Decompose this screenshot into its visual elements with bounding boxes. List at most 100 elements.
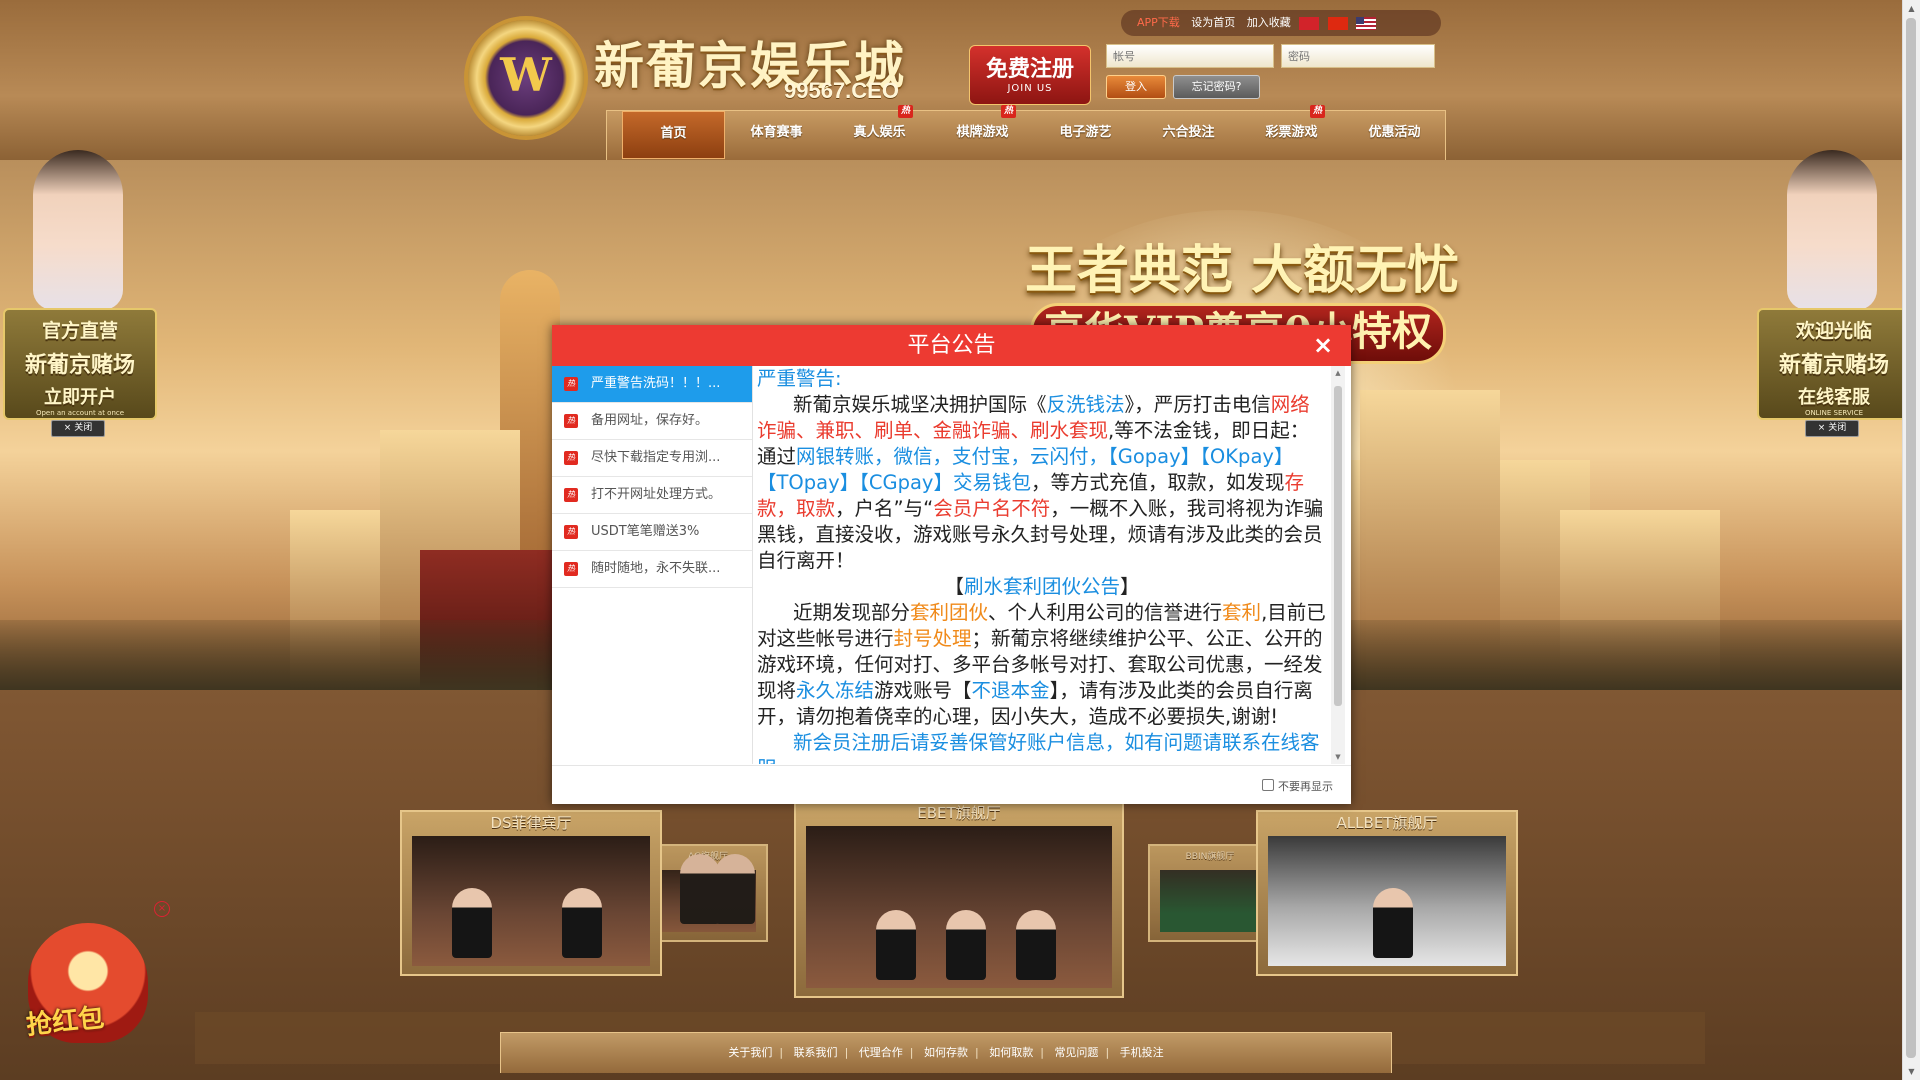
add-favorite-link[interactable]: 加入收藏 (1247, 16, 1291, 29)
hall-card-bbin[interactable]: BBIN旗舰厅 (1148, 844, 1272, 942)
footer-link-mobile[interactable]: 手机投注 (1120, 1046, 1164, 1059)
separator: | (909, 1046, 914, 1059)
nav-live-casino[interactable]: 真人娱乐 热 (828, 105, 931, 159)
left-float-plate[interactable]: 官方直营 新葡京赌场 立即开户 Open an account at once (3, 308, 157, 420)
footer-link-about[interactable]: 关于我们 (728, 1046, 772, 1059)
notice-item[interactable]: 热随时随地，永不失联... (552, 551, 752, 588)
text-run: 近期发现部分 (793, 601, 911, 624)
text-run: 套利团伙 (910, 601, 989, 624)
forgot-password-button[interactable]: 忘记密码? (1173, 75, 1260, 99)
username-input[interactable] (1106, 44, 1274, 68)
main-nav: 首页 体育赛事 真人娱乐 热 棋牌游戏 热 电子游艺 六合投注 彩票游戏 热 优惠活动 (606, 105, 1446, 160)
china-flag-icon[interactable] (1327, 16, 1348, 30)
scroll-down-arrow-icon[interactable]: ▼ (1331, 750, 1345, 764)
banner-slogan-1: 王者典范 大额无忧 (1025, 240, 1460, 301)
text-run: 不退本金 (971, 679, 1050, 702)
password-input[interactable] (1281, 44, 1435, 68)
hall-card-ebet[interactable]: EBET旗舰厅 (794, 800, 1124, 998)
right-float-ad[interactable]: 欢迎光临 新葡京赌场 在线客服 ONLINE SERVICE × 关闭 (1757, 150, 1911, 440)
notice-title: 随时随地，永不失联... (591, 561, 721, 576)
hall-photo (412, 836, 650, 966)
scroll-up-arrow-icon[interactable]: ▲ (1903, 0, 1920, 17)
left-float-close-button[interactable]: × 关闭 (51, 420, 105, 437)
page-scroll-thumb[interactable] (1906, 18, 1916, 1058)
nav-mark-six[interactable]: 六合投注 (1137, 111, 1240, 159)
right-float-line2: 新葡京赌场 (1778, 352, 1889, 378)
footer-link-faq[interactable]: 常见问题 (1054, 1046, 1098, 1059)
notice-subheading: 【刷水套利团伙公告】 (757, 574, 1327, 600)
footer-link-withdraw[interactable]: 如何取款 (989, 1046, 1033, 1059)
nav-promotions[interactable]: 优惠活动 (1343, 111, 1446, 159)
nav-card-games-label: 棋牌游戏 (956, 125, 1009, 140)
login-button[interactable]: 登入 (1106, 75, 1166, 99)
notice-title: 严重警告洗码！！！... (591, 376, 721, 391)
nav-home[interactable]: 首页 (622, 111, 725, 159)
notice-title: 尽快下载指定专用浏... (591, 450, 721, 465)
set-homepage-link[interactable]: 设为首页 (1191, 16, 1235, 29)
right-float-plate[interactable]: 欢迎光临 新葡京赌场 在线客服 ONLINE SERVICE (1757, 308, 1911, 420)
hong-kong-flag-icon[interactable] (1299, 16, 1320, 30)
notice-item[interactable]: 热严重警告洗码！！！... (552, 366, 752, 403)
usa-flag-icon[interactable] (1356, 16, 1377, 30)
announcement-modal: 平台公告 × 热严重警告洗码！！！... 热备用网址，保存好。 热尽快下载指定专… (552, 325, 1351, 804)
scroll-down-arrow-icon[interactable]: ▼ (1903, 1063, 1920, 1080)
hot-badge-icon: 热 (1310, 105, 1325, 118)
separator: | (975, 1046, 979, 1059)
hostess-image (1787, 150, 1877, 310)
hall-photo (1160, 870, 1260, 932)
left-float-ad[interactable]: 官方直营 新葡京赌场 立即开户 Open an account at once … (3, 150, 157, 440)
notice-item[interactable]: 热备用网址，保存好。 (552, 403, 752, 440)
app-download-link[interactable]: APP下载 (1137, 16, 1180, 29)
online-service-sublabel: ONLINE SERVICE (1804, 409, 1864, 417)
hall-card-ag[interactable]: AG旗舰厅 (648, 844, 768, 942)
nav-sports-label: 体育赛事 (750, 125, 803, 140)
right-float-line1: 欢迎光临 (1795, 320, 1872, 342)
nav-lottery-label: 彩票游戏 (1265, 125, 1318, 140)
nav-lottery[interactable]: 彩票游戏 热 (1240, 105, 1343, 159)
register-button[interactable]: 免费注册 JOIN US (969, 45, 1091, 105)
text-run: 反洗钱法 (1046, 393, 1125, 416)
hall-photo (660, 854, 756, 932)
footer-link-contact[interactable]: 联系我们 (794, 1046, 838, 1059)
nav-mark-six-label: 六合投注 (1162, 125, 1215, 140)
text-run: 游戏账号【 (874, 679, 972, 702)
hall-title: ALLBET旗舰厅 (1336, 814, 1438, 832)
nav-promotions-label: 优惠活动 (1368, 125, 1421, 140)
right-float-close-button[interactable]: × 关闭 (1805, 420, 1859, 437)
red-packet-float[interactable]: 抢红包 × (8, 901, 170, 1055)
notice-content[interactable]: 严重警告: 新葡京娱乐城坚决拥护国际《反洗钱法》，严厉打击电信网络诈骗、兼职、刷… (757, 366, 1327, 764)
text-run: 【 (944, 575, 964, 598)
left-float-line2: 新葡京赌场 (24, 352, 135, 378)
checkbox-icon[interactable] (1262, 779, 1274, 791)
hall-card-allbet[interactable]: ALLBET旗舰厅 (1256, 810, 1518, 976)
dont-show-label: 不要再显示 (1278, 780, 1333, 793)
hall-title: BBIN旗舰厅 (1185, 852, 1235, 862)
nav-home-label: 首页 (660, 126, 687, 141)
nav-card-games[interactable]: 棋牌游戏 热 (931, 105, 1034, 159)
hot-icon: 热 (564, 377, 578, 391)
notice-item[interactable]: 热打不开网址处理方式。 (552, 477, 752, 514)
footer-link-agent[interactable]: 代理合作 (859, 1046, 903, 1059)
scroll-thumb[interactable] (1334, 386, 1342, 706)
scroll-up-arrow-icon[interactable]: ▲ (1331, 366, 1345, 380)
page-scrollbar[interactable]: ▲ ▼ (1902, 0, 1920, 1080)
red-packet-close-button[interactable]: × (154, 901, 170, 917)
nav-slots[interactable]: 电子游艺 (1034, 111, 1137, 159)
notice-item[interactable]: 热尽快下载指定专用浏... (552, 440, 752, 477)
modal-scrollbar[interactable]: ▲ ▼ (1331, 366, 1345, 764)
nav-sports[interactable]: 体育赛事 (725, 111, 828, 159)
hall-card-ds[interactable]: DS菲律宾厅 (400, 810, 662, 976)
notice-title: 备用网址，保存好。 (591, 413, 709, 428)
dont-show-again-checkbox[interactable]: 不要再显示 (1262, 778, 1333, 794)
notice-title: USDT笔笔赠送3% (591, 524, 700, 539)
text-run: 永久冻结 (796, 679, 875, 702)
footer-link-deposit[interactable]: 如何存款 (924, 1046, 968, 1059)
left-float-line1: 官方直营 (41, 320, 118, 342)
modal-close-button[interactable]: × (1309, 331, 1337, 359)
hot-badge-icon: 热 (1001, 105, 1016, 118)
text-run: 新葡京娱乐城坚决拥护国际《 (793, 393, 1047, 416)
notice-item[interactable]: 热 USDT笔笔赠送3% (552, 514, 752, 551)
notice-heading: 严重警告: (757, 367, 842, 390)
text-run: 》，严厉打击电信 (1124, 393, 1271, 416)
hot-badge-icon: 热 (898, 105, 913, 118)
